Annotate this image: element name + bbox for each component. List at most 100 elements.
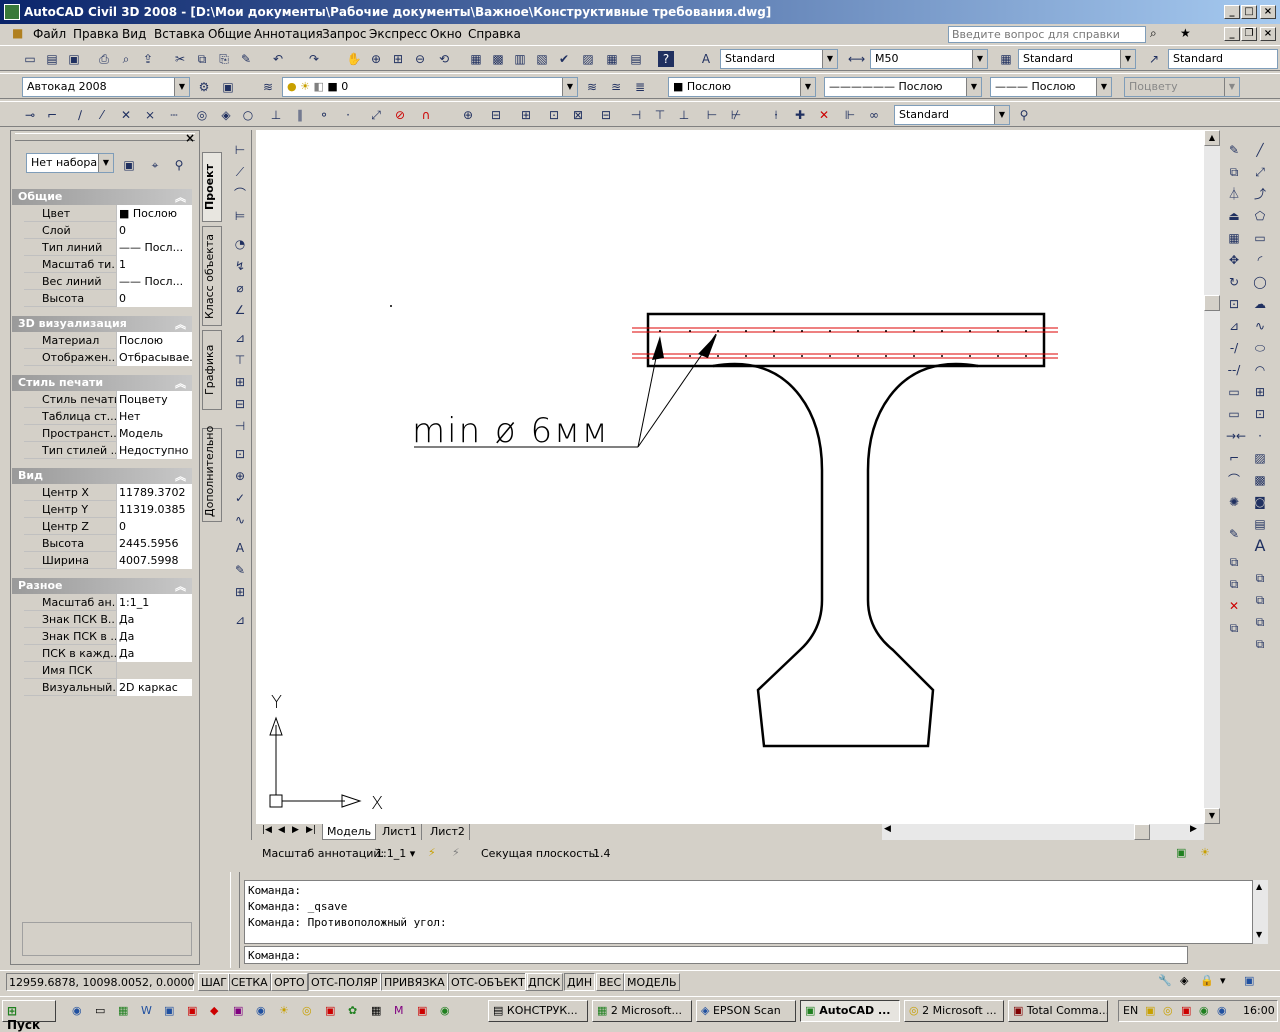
task-microsoft-2[interactable]: ◎ 2 Microsoft ... xyxy=(904,1000,1004,1022)
ellipse-icon[interactable]: ⬭ xyxy=(1252,340,1268,356)
dim-quick-icon[interactable]: ⊥ xyxy=(676,107,692,123)
gradient-icon[interactable]: ▩ xyxy=(1252,472,1268,488)
command-window-grip[interactable] xyxy=(230,872,240,968)
selection-select[interactable]: Нет набора ▼ xyxy=(26,153,114,173)
offset-icon[interactable]: ⏏ xyxy=(1226,208,1242,224)
app-icon-3[interactable]: ◆ xyxy=(210,1004,218,1017)
explode-icon[interactable]: ✺ xyxy=(1226,494,1242,510)
language-indicator[interactable]: EN xyxy=(1123,1004,1138,1017)
qleader-icon[interactable]: ⍿ xyxy=(768,107,784,123)
desktop-icon[interactable]: ▭ xyxy=(95,1004,105,1017)
inspection-tool-icon[interactable]: ✓ xyxy=(232,490,248,506)
bulb-icon[interactable]: ☀ xyxy=(1200,846,1210,859)
property-row[interactable]: Центр Y 11319.0385 xyxy=(24,501,192,518)
scroll-down-icon[interactable]: ▼ xyxy=(1256,930,1262,939)
menu-view[interactable]: Вид xyxy=(122,27,146,41)
property-row[interactable]: Масштаб ан... 1:1_1 xyxy=(24,594,192,611)
erase-icon[interactable]: ✎ xyxy=(1226,142,1242,158)
dim-style-manager-icon[interactable]: ⚲ xyxy=(1016,107,1032,123)
snap-insert-icon[interactable]: ⚬ xyxy=(316,107,332,123)
dim-continue-tool-icon[interactable]: ⊞ xyxy=(232,374,248,390)
tab-graphics[interactable]: Графика xyxy=(202,330,222,410)
dim-edit-tool-icon[interactable]: A xyxy=(232,540,248,556)
table-icon[interactable]: ▤ xyxy=(1252,516,1268,532)
toggle-polar[interactable]: ОТС-ПОЛЯР xyxy=(308,973,381,991)
property-row[interactable]: Знак ПСК в ... Да xyxy=(24,628,192,645)
array-icon[interactable]: ▦ xyxy=(1226,230,1242,246)
property-value[interactable]: 4007.5998 xyxy=(116,552,192,569)
dim-continue-icon[interactable]: ⊬ xyxy=(728,107,744,123)
draworder-front-icon[interactable]: ⧉ xyxy=(1226,554,1242,570)
dim-radius-icon[interactable]: ⊠ xyxy=(570,107,586,123)
snap-endpoint-icon[interactable]: ∕ xyxy=(72,107,88,123)
snap-from-icon[interactable]: ⌐ xyxy=(44,107,60,123)
sheet-set-icon[interactable]: ▧ xyxy=(534,51,550,67)
dim-linear-tool-icon[interactable]: ⊢ xyxy=(232,142,248,158)
chevron-down-icon[interactable]: ▼ xyxy=(174,78,189,96)
chevron-down-icon[interactable]: ▼ xyxy=(822,50,837,68)
ie-icon[interactable]: ◉ xyxy=(72,1004,82,1017)
minimize-button[interactable]: _ xyxy=(1224,5,1240,19)
maximize-button[interactable]: □ xyxy=(1241,5,1257,19)
chevron-down-icon[interactable]: ▼ xyxy=(562,78,577,96)
menu-help[interactable]: Справка xyxy=(468,27,521,41)
zoom-realtime-icon[interactable]: ⊕ xyxy=(368,51,384,67)
dim-angular-icon[interactable]: ⊤ xyxy=(652,107,668,123)
menu-general[interactable]: Общие xyxy=(208,27,251,41)
property-value[interactable]: 1:1_1 xyxy=(116,594,192,611)
text-style-icon[interactable]: A xyxy=(698,51,714,67)
property-value[interactable]: Да xyxy=(116,628,192,645)
ungroup-icon[interactable]: ⧉ xyxy=(1252,592,1268,608)
property-value[interactable]: 2445.5956 xyxy=(116,535,192,552)
dim-text-edit-tool-icon[interactable]: ✎ xyxy=(232,562,248,578)
annotation-scale-select[interactable]: 1:1_1 ▾ xyxy=(376,847,415,860)
3d-orbit-icon[interactable]: ⟲ xyxy=(436,51,452,67)
make-block-icon[interactable]: ⊡ xyxy=(1252,406,1268,422)
table-style-select[interactable]: Standard ▼ xyxy=(1018,49,1136,69)
property-row[interactable]: Центр Z0 xyxy=(24,518,192,535)
property-row[interactable]: Тип линий —— Посл... xyxy=(24,239,192,256)
command-input[interactable]: Команда: xyxy=(244,946,1188,964)
color-select[interactable]: ■ Послою ▼ xyxy=(668,77,816,97)
group-icon[interactable]: ⧉ xyxy=(1252,570,1268,586)
toggle-snap[interactable]: ШАГ xyxy=(198,973,230,991)
property-value[interactable] xyxy=(116,662,192,679)
tray-icon-1[interactable]: ▣ xyxy=(1145,1004,1155,1017)
chamfer-icon[interactable]: ⌐ xyxy=(1226,450,1242,466)
cube-icon[interactable]: ◈ xyxy=(1180,974,1188,987)
task-epson-scan[interactable]: ◈ EPSON Scan xyxy=(696,1000,796,1022)
menu-file[interactable]: Файл xyxy=(33,27,66,41)
help-search-input[interactable]: Введите вопрос для справки xyxy=(948,26,1146,43)
tab-nav-last-icon[interactable]: ▶| xyxy=(302,824,320,840)
property-row[interactable]: Тип стилей ... Недоступно xyxy=(24,442,192,459)
polyline-icon[interactable]: ⤴ xyxy=(1252,186,1268,202)
command-scrollbar[interactable]: ▲ ▼ xyxy=(1252,880,1268,944)
quick-dim-tool-icon[interactable]: ⊿ xyxy=(232,330,248,346)
spline-icon[interactable]: ∿ xyxy=(1252,318,1268,334)
toggle-pickadd-icon[interactable]: ▣ xyxy=(121,157,137,173)
property-row[interactable]: Цвет ■ Послою xyxy=(24,205,192,222)
cut-icon[interactable]: ✂ xyxy=(172,51,188,67)
property-row[interactable]: Пространст... Модель xyxy=(24,425,192,442)
layer-previous-icon[interactable]: ≊ xyxy=(608,79,624,95)
dbconnect-icon[interactable]: ▨ xyxy=(580,51,596,67)
copy-icon[interactable]: ⧉ xyxy=(194,51,210,67)
tab-nav-next-icon[interactable]: ▶ xyxy=(288,824,303,840)
chevron-down-icon[interactable]: ▼ xyxy=(1096,78,1111,96)
mleader-style-icon[interactable]: ↗ xyxy=(1146,51,1162,67)
task-total-commander[interactable]: ▣ Total Comma... xyxy=(1008,1000,1108,1022)
help-icon[interactable]: ? xyxy=(658,51,674,67)
section-misc[interactable]: Разное ︽ xyxy=(12,578,192,594)
dim-text-edit-icon[interactable]: ∞ xyxy=(866,107,882,123)
tab-sheet1[interactable]: Лист1 xyxy=(378,824,422,840)
dim-diameter-icon[interactable]: ⊣ xyxy=(628,107,644,123)
property-row[interactable]: Вес линий —— Посл... xyxy=(24,273,192,290)
dim-update-tool-icon[interactable]: ⊞ xyxy=(232,584,248,600)
collapse-icon[interactable]: ︽ xyxy=(175,316,186,332)
property-row[interactable]: Ширина 4007.5998 xyxy=(24,552,192,569)
properties-icon[interactable]: ▦ xyxy=(468,51,484,67)
property-value[interactable]: 2D каркас xyxy=(116,679,192,696)
menu-insert[interactable]: Вставка xyxy=(154,27,205,41)
tray-icon-5[interactable]: ◉ xyxy=(1217,1004,1227,1017)
app-icon-5[interactable]: ☀ xyxy=(279,1004,289,1017)
